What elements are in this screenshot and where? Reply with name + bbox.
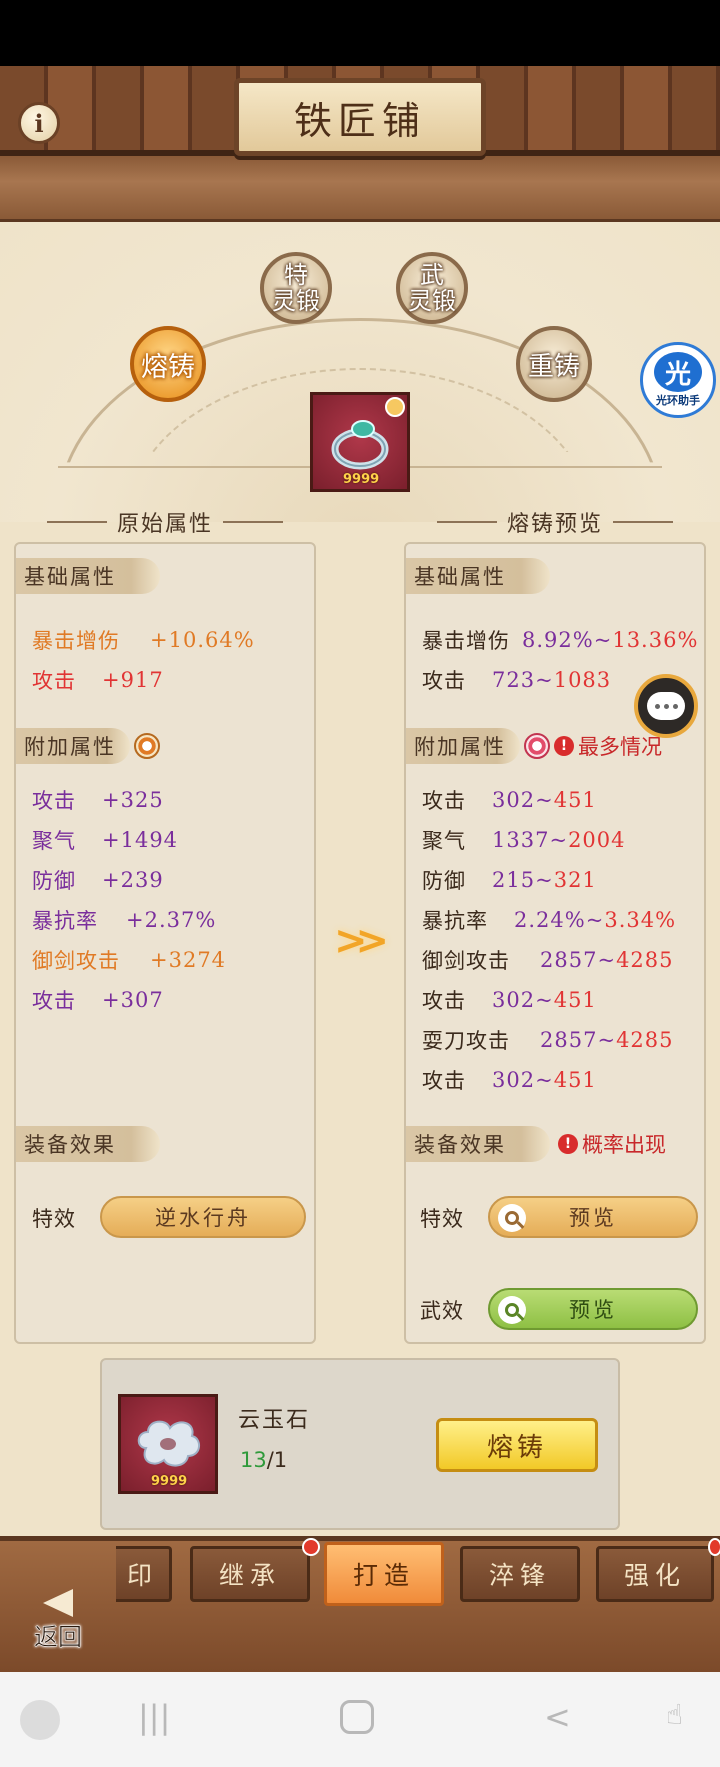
extra-attr-tag: 附加属性 bbox=[406, 728, 520, 764]
attr-range-row: 御剑攻击 2857 ~4285 bbox=[422, 948, 674, 973]
material-name: 云玉石 bbox=[238, 1408, 311, 1433]
back-arrow-icon bbox=[43, 1589, 73, 1617]
attr-range-row: 暴抗率 2.24% ~3.34% bbox=[422, 908, 677, 933]
status-bar bbox=[0, 0, 720, 66]
special-forge-char: 特 bbox=[284, 261, 308, 289]
equip-effect-tag: 装备效果 bbox=[406, 1126, 550, 1162]
martial-forge-char: 武 bbox=[420, 261, 444, 289]
helper-label: 光环助手 bbox=[656, 394, 700, 407]
back-label: 返回 bbox=[34, 1623, 83, 1652]
home-icon[interactable] bbox=[340, 1700, 374, 1734]
jade-stone-icon bbox=[137, 1420, 200, 1467]
warning-icon: ! bbox=[558, 1134, 578, 1154]
martial-effect-label: 武效 bbox=[420, 1299, 464, 1323]
equip-effect-tag: 装备效果 bbox=[16, 1126, 160, 1162]
attr-row: 暴抗率 +2.37% bbox=[32, 908, 217, 933]
forge-button[interactable]: 熔铸 bbox=[436, 1418, 598, 1472]
special-forge-button[interactable]: 特 灵锻 bbox=[260, 252, 332, 324]
smelt-mode-button[interactable]: 熔铸 bbox=[130, 326, 206, 402]
notification-dot bbox=[302, 1538, 320, 1556]
left-extra-list: 攻击 +325 聚气 +1494 防御 +239 暴抗率 +2.37% 御剑攻击 +327… bbox=[32, 780, 226, 1020]
equip-effect-header: 装备效果 ! 概率出现 bbox=[406, 1126, 666, 1162]
attr-row: 御剑攻击 +3274 bbox=[32, 948, 227, 973]
tab-enhance[interactable]: 强化 bbox=[596, 1546, 714, 1602]
recast-mode-label: 重铸 bbox=[527, 351, 580, 382]
right-section-title: 熔铸预览 bbox=[430, 506, 680, 538]
chat-button[interactable] bbox=[634, 674, 698, 738]
basic-attr-tag: 基础属性 bbox=[406, 558, 550, 594]
helper-glyph: 光 bbox=[654, 352, 702, 392]
extra-attr-header: 附加属性 bbox=[16, 728, 160, 764]
basic-attr-tag: 基础属性 bbox=[16, 558, 160, 594]
search-icon bbox=[498, 1296, 526, 1324]
attr-range-row: 攻击 302 ~451 bbox=[422, 788, 597, 813]
info-icon[interactable]: i bbox=[18, 102, 60, 144]
equipment-slot[interactable]: 9999 bbox=[310, 392, 410, 492]
martial-forge-label: 灵锻 bbox=[408, 287, 456, 315]
attr-row: 攻击 +307 bbox=[32, 988, 164, 1013]
attr-row: 防御 +239 bbox=[32, 868, 164, 893]
special-forge-label: 灵锻 bbox=[272, 287, 320, 315]
special-effect-preview-button[interactable]: 预览 bbox=[488, 1196, 698, 1238]
attr-range-row: 攻击 302 ~451 bbox=[422, 1068, 597, 1093]
search-icon bbox=[498, 1204, 526, 1232]
extra-attr-header: 附加属性 ! 最多情况 bbox=[406, 728, 662, 764]
eave-decoration bbox=[0, 156, 720, 222]
material-slot[interactable]: 9999 bbox=[118, 1394, 218, 1494]
recast-mode-button[interactable]: 重铸 bbox=[516, 326, 592, 402]
page-title: 铁匠铺 bbox=[234, 78, 486, 156]
helper-floating-button[interactable]: 光 光环助手 bbox=[640, 342, 716, 418]
tab-inherit[interactable]: 继承 bbox=[190, 1546, 310, 1602]
attribute-icon bbox=[134, 733, 160, 759]
back-button[interactable]: 返回 bbox=[18, 1582, 98, 1652]
special-effect-label: 特效 bbox=[420, 1207, 464, 1231]
ring-icon bbox=[331, 420, 389, 470]
attr-range-row: 耍刀攻击 2857 ~4285 bbox=[422, 1028, 674, 1053]
martial-effect-preview-button[interactable]: 预览 bbox=[488, 1288, 698, 1330]
left-section-title: 原始属性 bbox=[40, 506, 290, 538]
tab-temper[interactable]: 淬锋 bbox=[460, 1546, 580, 1602]
attr-range-row: 聚气 1337 ~2004 bbox=[422, 828, 626, 853]
probability-warning: ! 概率出现 bbox=[558, 1129, 666, 1159]
special-effect-button[interactable]: 逆水行舟 bbox=[100, 1196, 306, 1238]
back-nav-icon[interactable]: < bbox=[544, 1698, 571, 1736]
warning-icon: ! bbox=[554, 736, 574, 756]
forge-preview-panel: 基础属性 暴击增伤 8.92% ~13.36% 攻击 723 ~1083 附加属性 ! 最… bbox=[404, 542, 706, 1344]
martial-forge-button[interactable]: 武 灵锻 bbox=[396, 252, 468, 324]
attr-range-row: 防御 215 ~321 bbox=[422, 868, 597, 893]
attr-range-row: 暴击增伤 8.92% ~13.36% bbox=[422, 628, 699, 653]
item-count: 9999 bbox=[343, 472, 380, 487]
gamepad-icon[interactable] bbox=[20, 1700, 60, 1740]
left-basic-list: 暴击增伤 +10.64% 攻击 +917 bbox=[32, 620, 255, 700]
max-case-warning: ! 最多情况 bbox=[554, 731, 662, 761]
chat-icon bbox=[647, 692, 685, 720]
tab-seal[interactable]: 印 bbox=[116, 1546, 172, 1602]
material-quantity: 13/1 bbox=[240, 1448, 288, 1472]
attr-row: 聚气 +1494 bbox=[32, 828, 179, 853]
notification-dot bbox=[708, 1538, 720, 1556]
attribute-icon bbox=[524, 733, 550, 759]
chevron-right-icon: >> bbox=[334, 918, 389, 964]
tab-forge[interactable]: 打造 bbox=[324, 1542, 444, 1606]
touch-assist-icon[interactable]: ☝ bbox=[666, 1698, 683, 1731]
star-icon bbox=[385, 397, 405, 417]
extra-attr-tag: 附加属性 bbox=[16, 728, 130, 764]
material-count: 9999 bbox=[151, 1474, 188, 1489]
original-attributes-panel: 基础属性 暴击增伤 +10.64% 攻击 +917 附加属性 攻击 +325 聚气 +1… bbox=[14, 542, 316, 1344]
smelt-mode-label: 熔铸 bbox=[141, 351, 195, 383]
special-effect-label: 特效 bbox=[32, 1207, 76, 1231]
recent-apps-icon[interactable]: ||| bbox=[138, 1698, 170, 1736]
attr-row: 攻击 +917 bbox=[32, 668, 164, 693]
attr-row: 暴击增伤 +10.64% bbox=[32, 628, 255, 653]
attr-row: 攻击 +325 bbox=[32, 788, 164, 813]
attr-range-row: 攻击 302 ~451 bbox=[422, 988, 597, 1013]
right-extra-list: 攻击 302 ~451 聚气 1337 ~2004 防御 215 ~321 暴抗率 2.24%… bbox=[422, 780, 676, 1100]
